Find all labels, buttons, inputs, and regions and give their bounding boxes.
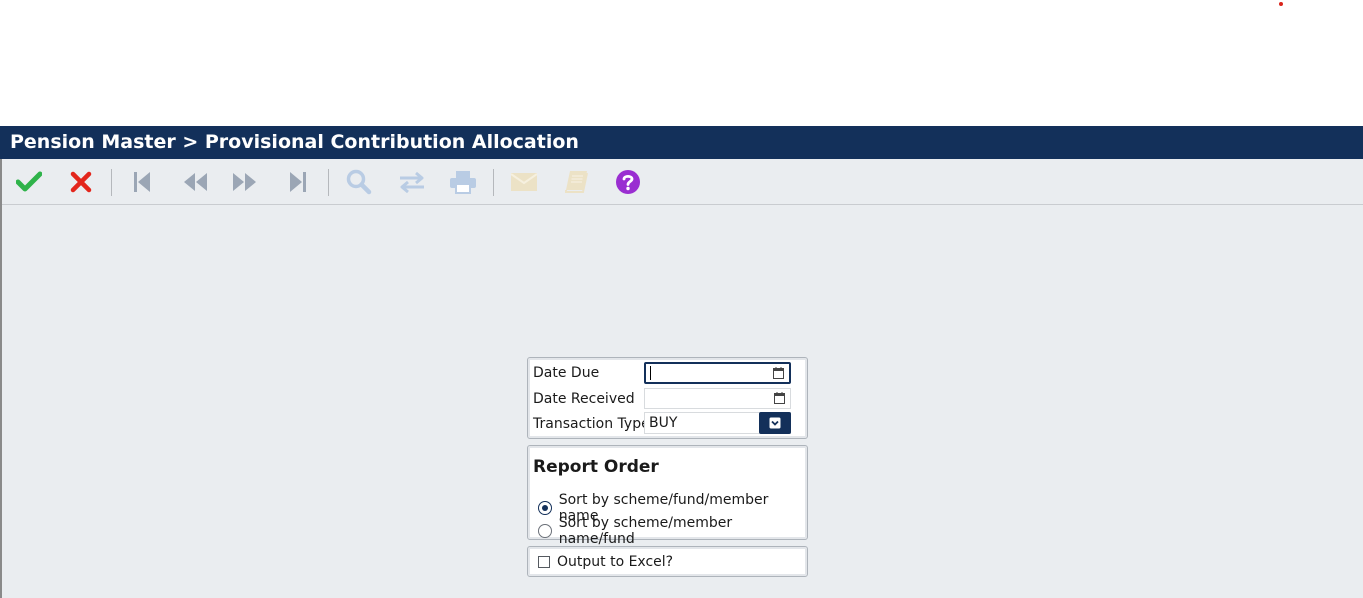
search-button[interactable] [344, 167, 374, 197]
excel-panel: Output to Excel? [527, 546, 808, 577]
radio-button-selected[interactable] [538, 501, 552, 515]
check-icon [16, 171, 42, 192]
confirm-button[interactable] [14, 167, 44, 197]
search-icon [346, 169, 372, 195]
email-button[interactable] [509, 167, 539, 197]
toolbar-separator [111, 169, 112, 196]
transaction-type-dropdown-button[interactable] [759, 412, 791, 434]
sort-option-member-fund[interactable]: Sort by scheme/member name/fund [538, 515, 807, 547]
criteria-panel: Date Due Date Received Transaction Type … [527, 357, 808, 439]
toolbar-separator [493, 169, 494, 196]
text-caret [650, 366, 651, 380]
last-record-icon [290, 172, 306, 192]
red-dot-marker [1279, 2, 1283, 6]
main-area: Date Due Date Received Transaction Type … [0, 159, 1363, 598]
output-excel-label: Output to Excel? [557, 554, 674, 570]
help-icon [616, 170, 640, 194]
first-record-button[interactable] [127, 167, 157, 197]
previous-record-icon [184, 173, 207, 191]
radio-button[interactable] [538, 524, 552, 538]
book-button[interactable] [561, 167, 591, 197]
next-record-button[interactable] [230, 167, 260, 197]
chevron-down-icon [769, 417, 781, 429]
calendar-icon[interactable] [774, 392, 785, 404]
last-record-button[interactable] [283, 167, 313, 197]
first-record-icon [134, 172, 150, 192]
next-record-icon [233, 173, 256, 191]
toolbar-separator [328, 169, 329, 196]
report-order-panel: Report Order Sort by scheme/fund/member … [527, 445, 808, 547]
toolbar [2, 159, 1363, 205]
date-due-label: Date Due [533, 365, 600, 381]
close-icon [70, 171, 92, 193]
sort-option-label: Sort by scheme/member name/fund [558, 515, 733, 547]
report-order-title: Report Order [533, 457, 659, 477]
calendar-icon[interactable] [773, 367, 784, 379]
page-title: Pension Master > Provisional Contributio… [0, 126, 1363, 159]
top-blank-area [0, 0, 1363, 126]
help-button[interactable] [613, 167, 643, 197]
print-button[interactable] [448, 167, 478, 197]
swap-icon [400, 171, 424, 193]
print-icon [450, 171, 476, 194]
output-excel-checkbox[interactable] [538, 556, 550, 568]
output-excel-option[interactable]: Output to Excel? [538, 554, 673, 570]
book-icon [565, 171, 588, 193]
date-due-field[interactable] [644, 362, 791, 384]
envelope-icon [510, 173, 538, 191]
transaction-type-select[interactable]: BUY [644, 412, 791, 434]
transaction-type-label: Transaction Type [533, 416, 650, 432]
previous-record-button[interactable] [180, 167, 210, 197]
cancel-button[interactable] [66, 167, 96, 197]
transaction-type-value: BUY [649, 415, 678, 431]
swap-button[interactable] [397, 167, 427, 197]
date-received-label: Date Received [533, 391, 635, 407]
date-received-field[interactable] [644, 388, 791, 409]
